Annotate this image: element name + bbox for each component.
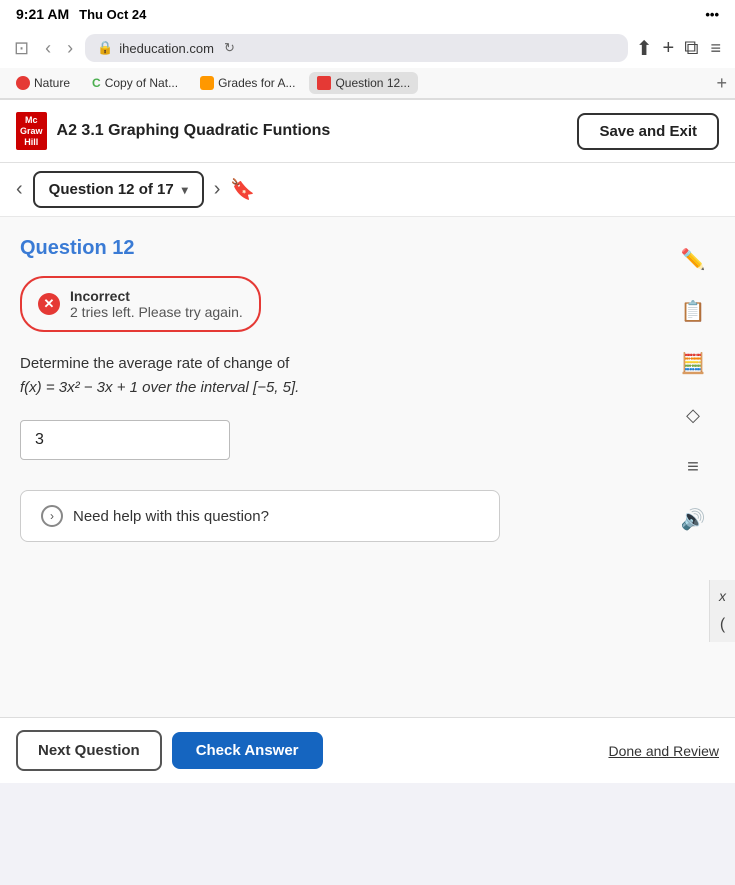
tab-label-nature: Nature <box>34 76 70 90</box>
incorrect-label: Incorrect <box>70 288 243 304</box>
forward-btn[interactable]: › <box>63 36 77 61</box>
tab-label-grades: Grades for A... <box>218 76 295 90</box>
answer-input-wrap <box>20 420 230 460</box>
status-date: Thu Oct 24 <box>79 7 146 22</box>
next-question-button[interactable]: Next Question <box>16 730 162 771</box>
question-selector-label: Question 12 of 17 <box>49 181 174 198</box>
done-review-button[interactable]: Done and Review <box>608 743 719 759</box>
pencil-icon: ✏️ <box>681 247 706 272</box>
refresh-icon: ↻ <box>224 40 235 56</box>
tab-nature[interactable]: Nature <box>8 72 78 94</box>
list-icon: 📋 <box>681 299 706 324</box>
sidebar-paren-label: ( <box>720 616 725 634</box>
math-formula: f(x) = 3x² − 3x + 1 over the interval [−… <box>20 379 299 396</box>
eraser-icon: ◇ <box>686 405 700 426</box>
logo-line3: Hill <box>20 137 43 148</box>
browser-toolbar: ⊡ ‹ › 🔒 iheducation.com ↻ ⬆ + ⧉ ≡ <box>0 28 735 68</box>
tab-favicon-nature <box>16 76 30 90</box>
app-header: Mc Graw Hill A2 3.1 Graphing Quadratic F… <box>0 100 735 163</box>
incorrect-icon: ✕ <box>38 293 60 315</box>
tab-copy-nat[interactable]: C Copy of Nat... <box>84 72 186 94</box>
lock-icon: 🔒 <box>97 40 113 56</box>
tabs-bar: Nature C Copy of Nat... Grades for A... … <box>0 68 735 99</box>
share-btn[interactable]: ⬆ <box>636 36 653 61</box>
back-btn[interactable]: ‹ <box>41 36 55 61</box>
lines-icon: ≡ <box>687 456 699 479</box>
bookmark-btn[interactable]: 🔖 <box>230 177 255 202</box>
question-selector[interactable]: Question 12 of 17 ▾ <box>33 171 204 208</box>
pencil-tool-btn[interactable]: ✏️ <box>675 241 711 277</box>
question-content: Question 12 ✕ Incorrect 2 tries left. Pl… <box>20 237 671 697</box>
help-button[interactable]: › Need help with this question? <box>20 490 500 542</box>
status-bar: 9:21 AM Thu Oct 24 ••• <box>0 0 735 28</box>
save-exit-button[interactable]: Save and Exit <box>577 113 719 150</box>
sidebar-x-label: x <box>719 588 726 604</box>
app-title: A2 3.1 Graphing Quadratic Funtions <box>57 122 331 140</box>
question-body-text: Determine the average rate of change of <box>20 355 289 372</box>
question-body: Determine the average rate of change of … <box>20 352 671 400</box>
calculator-tool-btn[interactable]: 🧮 <box>675 345 711 381</box>
logo-line2: Graw <box>20 126 43 137</box>
tab-label-copy: Copy of Nat... <box>105 76 178 90</box>
browser-chrome: ⊡ ‹ › 🔒 iheducation.com ↻ ⬆ + ⧉ ≡ Nature <box>0 28 735 100</box>
question-nav-back-btn[interactable]: ‹ <box>16 178 23 201</box>
question-area: Question 12 ✕ Incorrect 2 tries left. Pl… <box>0 217 735 717</box>
tab-grades[interactable]: Grades for A... <box>192 72 303 94</box>
question-title: Question 12 <box>20 237 671 260</box>
help-text: Need help with this question? <box>73 508 269 525</box>
address-bar[interactable]: 🔒 iheducation.com ↻ <box>85 34 628 62</box>
check-answer-button[interactable]: Check Answer <box>172 732 323 769</box>
speaker-icon: 🔊 <box>681 507 706 532</box>
browser-actions: ⬆ + ⧉ <box>636 36 699 61</box>
chevron-down-icon: ▾ <box>182 183 188 197</box>
add-tab-btn[interactable]: + <box>663 37 675 60</box>
tabs-btn[interactable]: ⧉ <box>684 37 698 60</box>
tab-c-icon-1: C <box>92 76 101 90</box>
tab-switcher-btn[interactable]: ⊡ <box>10 36 33 61</box>
help-chevron-icon: › <box>41 505 63 527</box>
status-time: 9:21 AM <box>16 6 69 22</box>
question-nav: ‹ Question 12 of 17 ▾ › 🔖 <box>0 163 735 217</box>
status-dots: ••• <box>705 7 719 22</box>
bottom-bar: Next Question Check Answer Done and Revi… <box>0 717 735 783</box>
calculator-icon: 🧮 <box>681 351 706 376</box>
tab-favicon-grades <box>200 76 214 90</box>
logo-line1: Mc <box>20 115 43 126</box>
lines-tool-btn[interactable]: ≡ <box>675 449 711 485</box>
list-tool-btn[interactable]: 📋 <box>675 293 711 329</box>
menu-btn[interactable]: ≡ <box>706 36 725 61</box>
tab-favicon-q12 <box>317 76 331 90</box>
mcgraw-logo: Mc Graw Hill <box>16 112 47 150</box>
eraser-tool-btn[interactable]: ◇ <box>675 397 711 433</box>
add-tab-plus-btn[interactable]: + <box>716 73 727 94</box>
app-content: Mc Graw Hill A2 3.1 Graphing Quadratic F… <box>0 100 735 783</box>
incorrect-text: Incorrect 2 tries left. Please try again… <box>70 288 243 320</box>
right-sidebar: x ( <box>709 580 735 642</box>
incorrect-detail: 2 tries left. Please try again. <box>70 304 243 320</box>
question-nav-next-btn[interactable]: › <box>214 178 221 201</box>
speaker-tool-btn[interactable]: 🔊 <box>675 501 711 537</box>
incorrect-badge: ✕ Incorrect 2 tries left. Please try aga… <box>20 276 261 332</box>
tab-question12[interactable]: Question 12... <box>309 72 418 94</box>
address-text: iheducation.com <box>119 41 214 56</box>
app-header-left: Mc Graw Hill A2 3.1 Graphing Quadratic F… <box>16 112 330 150</box>
status-icons: ••• <box>705 7 719 22</box>
answer-input[interactable] <box>35 431 215 449</box>
tab-label-q12: Question 12... <box>335 76 410 90</box>
